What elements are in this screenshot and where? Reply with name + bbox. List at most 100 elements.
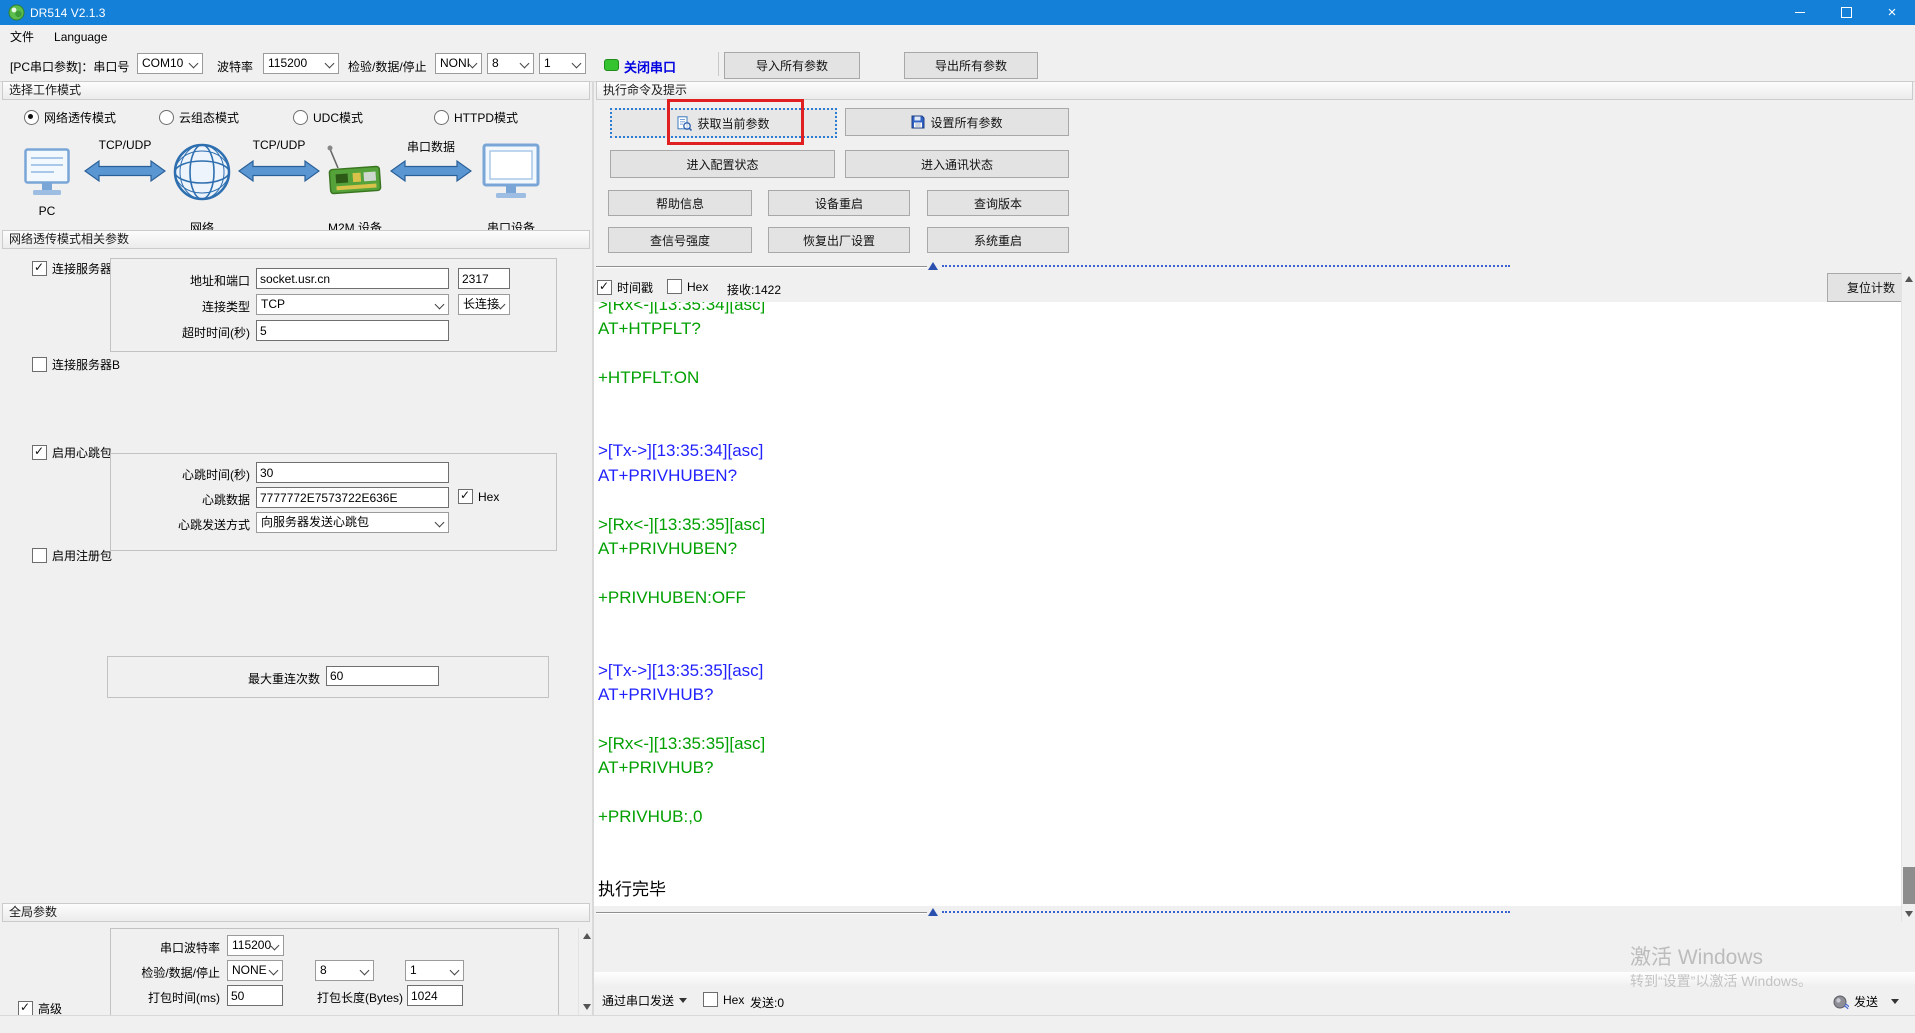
- minimize-button[interactable]: [1777, 0, 1823, 25]
- serial-device-monitor-icon: [482, 143, 540, 198]
- server-a-address-input[interactable]: [256, 268, 449, 289]
- com-port-select[interactable]: COM10: [137, 53, 203, 74]
- network-globe-icon: [173, 143, 231, 201]
- serial-baud-select[interactable]: 115200: [227, 935, 284, 956]
- red-highlight-annotation: [667, 99, 804, 145]
- diagram-label-pc: PC: [38, 204, 56, 218]
- heartbeat-mode-select[interactable]: 向服务器发送心跳包: [256, 512, 449, 533]
- chevron-down-icon: [324, 58, 335, 69]
- server-a-checkbox[interactable]: 连接服务器A: [32, 260, 120, 277]
- log-scrollbar[interactable]: [1901, 271, 1915, 922]
- set-all-params-button[interactable]: 设置所有参数: [845, 108, 1069, 136]
- export-params-button[interactable]: 导出所有参数: [904, 52, 1038, 79]
- query-version-button[interactable]: 查询版本: [927, 190, 1069, 216]
- radio-icon: [293, 110, 308, 125]
- close-icon: ×: [1887, 4, 1897, 21]
- recv-hex-checkbox[interactable]: Hex: [667, 279, 708, 294]
- heartbeat-enable-checkbox[interactable]: 启用心跳包: [32, 444, 112, 461]
- scroll-up-icon[interactable]: [1902, 271, 1915, 287]
- help-info-button[interactable]: 帮助信息: [608, 190, 752, 216]
- chevron-down-icon: [679, 998, 688, 1003]
- heartbeat-data-label: 心跳数据: [201, 493, 250, 507]
- trackbar-groove: [596, 266, 927, 268]
- baud-select[interactable]: 115200: [263, 53, 339, 74]
- app-icon: [8, 4, 25, 21]
- system-restart-button[interactable]: 系统重启: [927, 227, 1069, 253]
- chevron-down-icon: [188, 58, 199, 69]
- send-hex-checkbox[interactable]: Hex: [703, 992, 744, 1007]
- activate-windows-watermark: 激活 Windows: [1630, 946, 1764, 969]
- menu-file[interactable]: 文件: [0, 25, 44, 48]
- reconnect-label: 最大重连次数: [247, 672, 320, 686]
- trackbar-thumb[interactable]: [928, 908, 938, 916]
- send-button[interactable]: 发送: [1833, 993, 1900, 1010]
- trackbar-dotted-track: [942, 911, 1510, 913]
- scroll-down-icon[interactable]: [1902, 906, 1915, 922]
- serial-stopbits-select[interactable]: 1: [405, 960, 464, 981]
- heartbeat-time-input[interactable]: [256, 462, 449, 483]
- reconnect-input[interactable]: [326, 666, 439, 686]
- serial-parity-select[interactable]: NONE: [227, 960, 283, 981]
- chevron-down-icon: [571, 58, 582, 69]
- serial-databits-select[interactable]: 8: [315, 960, 374, 981]
- radio-icon: [159, 110, 174, 125]
- signal-strength-button[interactable]: 查信号强度: [608, 227, 752, 253]
- log-output[interactable]: >[Rx<-][13:35:34][asc] AT+HTPFLT? +HTPFLT…: [594, 302, 1901, 906]
- mode-radio-httpd[interactable]: HTTPD模式: [434, 109, 518, 126]
- command-section-header: 执行命令及提示: [596, 81, 1913, 100]
- enter-comm-button[interactable]: 进入通讯状态: [845, 150, 1069, 178]
- scrollbar-thumb[interactable]: [1903, 867, 1915, 904]
- close-button[interactable]: ×: [1869, 0, 1915, 25]
- device-restart-button[interactable]: 设备重启: [768, 190, 910, 216]
- enter-config-button[interactable]: 进入配置状态: [610, 150, 835, 178]
- server-b-checkbox[interactable]: 连接服务器B: [32, 356, 120, 373]
- send-via-serial-dropdown[interactable]: 通过串口发送: [602, 992, 688, 1009]
- keepalive-select[interactable]: 长连接: [458, 294, 510, 315]
- checkbox-icon: [32, 357, 47, 372]
- server-a-port-input[interactable]: [458, 268, 510, 289]
- radio-icon: [434, 110, 449, 125]
- packlen-input[interactable]: [407, 985, 463, 1006]
- chevron-down-icon: [434, 517, 445, 528]
- heartbeat-hex-checkbox[interactable]: Hex: [458, 488, 499, 504]
- timeout-label: 超时时间(秒): [182, 326, 250, 340]
- register-pack-checkbox[interactable]: 启用注册包: [32, 547, 112, 564]
- factory-reset-button[interactable]: 恢复出厂设置: [768, 227, 910, 253]
- connection-type-select[interactable]: TCP: [256, 294, 449, 315]
- sent-counter: 发送:0: [750, 996, 785, 1010]
- mode-radio-transparent[interactable]: 网络透传模式: [24, 109, 116, 126]
- chevron-down-icon: [359, 965, 370, 976]
- port-open-indicator-icon: [604, 59, 619, 71]
- import-params-button[interactable]: 导入所有参数: [724, 52, 860, 79]
- sound-icon: [1833, 995, 1849, 1009]
- menu-language[interactable]: Language: [44, 25, 117, 48]
- mode-radio-udc[interactable]: UDC模式: [293, 109, 363, 126]
- heartbeat-time-label: 心跳时间(秒): [182, 468, 250, 482]
- databits-select[interactable]: 8: [487, 53, 534, 74]
- mode-radio-cloud[interactable]: 云组态模式: [159, 109, 239, 126]
- stopbits-select[interactable]: 1: [539, 53, 586, 74]
- close-port-button[interactable]: 关闭串口: [624, 57, 676, 76]
- timeout-input[interactable]: [256, 320, 449, 341]
- serial-parity-label: 检验/数据/停止: [141, 966, 220, 980]
- chevron-down-icon: [434, 299, 445, 310]
- tcp-udp-arrow-icon: [84, 159, 166, 183]
- save-params-icon: [911, 115, 925, 129]
- parity-select[interactable]: NONI: [435, 53, 482, 74]
- activate-windows-watermark-sub: 转到“设置”以激活 Windows。: [1630, 973, 1813, 989]
- packtime-input[interactable]: [227, 985, 283, 1006]
- transparent-params-section-header: 网络透传模式相关参数: [2, 230, 590, 249]
- trackbar-dotted-track: [942, 265, 1510, 267]
- maximize-button[interactable]: [1823, 0, 1869, 25]
- parity-label: 检验/数据/停止: [348, 60, 427, 74]
- trackbar-groove: [596, 912, 927, 914]
- timestamp-checkbox[interactable]: 时间戳: [597, 279, 653, 296]
- trackbar-thumb[interactable]: [928, 262, 938, 270]
- minimize-icon: [1795, 12, 1805, 13]
- chevron-down-icon: [268, 965, 279, 976]
- heartbeat-data-input[interactable]: [256, 487, 449, 508]
- heartbeat-mode-label: 心跳发送方式: [177, 518, 250, 532]
- tcp-udp-arrow-icon: [238, 159, 320, 183]
- window-title: DR514 V2.1.3: [30, 5, 106, 20]
- checkbox-icon: [32, 444, 47, 460]
